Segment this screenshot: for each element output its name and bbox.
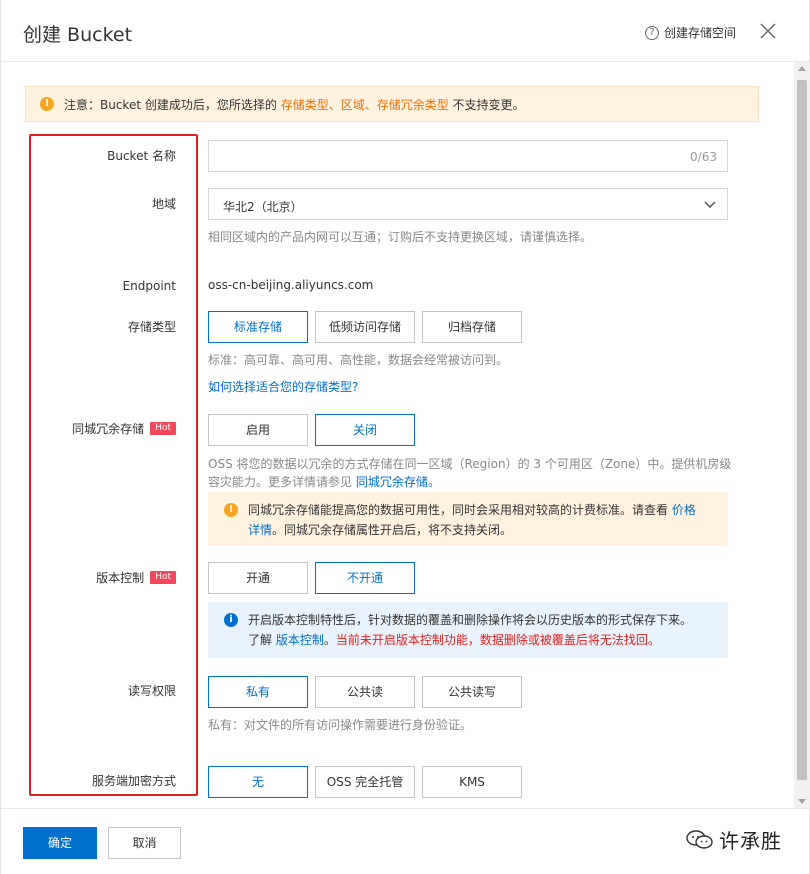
notice-text: 注意：Bucket 创建成功后，您所选择的 存储类型、区域、存储冗余类型 不支持… <box>64 97 525 112</box>
region-hint: 相同区域内的产品内网可以互通；订购后不支持更换区域，请谨慎选择。 <box>208 230 593 244</box>
zrs-alert: ! 同城冗余存储能提高您的数据可用性，同时会采用相对较高的计费标准。请查看 价格… <box>208 492 728 546</box>
scroll-thumb[interactable] <box>797 80 807 780</box>
versioning-doc-link[interactable]: 版本控制 <box>276 633 324 647</box>
help-circle-icon: ? <box>645 25 659 40</box>
versioning-label: 版本控制 Hot <box>41 568 176 586</box>
notice-banner: ! 注意：Bucket 创建成功后，您所选择的 存储类型、区域、存储冗余类型 不… <box>25 86 759 122</box>
bucket-name-input[interactable]: 0/63 <box>208 140 728 172</box>
zrs-enable-button[interactable]: 启用 <box>208 414 308 446</box>
price-detail-link[interactable]: 详情 <box>248 523 272 537</box>
storage-class-hint: 标准：高可靠、高可用、高性能，数据会经常被访问到。 <box>208 353 509 367</box>
scrollbar[interactable] <box>794 62 810 808</box>
encryption-oss-button[interactable]: OSS 完全托管 <box>315 766 415 798</box>
versioning-off-button[interactable]: 不开通 <box>315 562 415 594</box>
encryption-label: 服务端加密方式 <box>91 773 176 788</box>
bucket-name-counter: 0/63 <box>690 150 717 164</box>
region-value: 华北2（北京） <box>223 200 303 214</box>
watermark: 许承胜 <box>685 825 782 854</box>
watermark-text: 许承胜 <box>719 829 782 853</box>
acl-public-read-button[interactable]: 公共读 <box>315 676 415 708</box>
help-label: 创建存储空间 <box>664 26 737 40</box>
create-bucket-dialog: 创建 Bucket ? 创建存储空间 ! 注意：Bucket 创建成功后，您所选… <box>0 0 810 874</box>
acl-label: 读写权限 <box>127 683 176 698</box>
endpoint-value: oss-cn-beijing.aliyuncs.com <box>208 278 374 292</box>
wechat-icon <box>686 829 713 849</box>
zrs-hint: OSS 将您的数据以冗余的方式存储在同一区域（Region）的 3 个可用区（Z… <box>208 457 732 489</box>
region-label: 地域 <box>151 196 176 211</box>
acl-hint: 私有：对文件的所有访问操作需要进行身份验证。 <box>208 718 473 732</box>
scroll-up-icon[interactable] <box>798 66 806 71</box>
confirm-button[interactable]: 确定 <box>23 827 97 859</box>
bucket-name-label: Bucket 名称 <box>107 148 176 163</box>
close-icon[interactable] <box>759 22 777 40</box>
hot-badge: Hot <box>150 421 176 435</box>
storage-class-archive-button[interactable]: 归档存储 <box>422 311 522 343</box>
zrs-disable-button[interactable]: 关闭 <box>315 414 415 446</box>
encryption-kms-button[interactable]: KMS <box>422 766 522 798</box>
chevron-down-icon <box>704 201 716 209</box>
dialog-footer: 确定 取消 许承胜 <box>1 808 809 874</box>
hot-badge: Hot <box>150 570 176 584</box>
acl-private-button[interactable]: 私有 <box>208 676 308 708</box>
dialog-title: 创建 Bucket <box>23 24 133 46</box>
zrs-label: 同城冗余存储 Hot <box>41 419 176 437</box>
scroll-down-icon[interactable] <box>798 799 806 804</box>
zrs-doc-link[interactable]: 同城冗余存储。 <box>356 475 440 489</box>
warning-icon: ! <box>40 97 54 111</box>
info-icon: i <box>224 613 238 627</box>
storage-class-label: 存储类型 <box>127 319 176 334</box>
storage-class-ia-button[interactable]: 低频访问存储 <box>315 311 415 343</box>
versioning-on-button[interactable]: 开通 <box>208 562 308 594</box>
acl-public-read-write-button[interactable]: 公共读写 <box>422 676 522 708</box>
cancel-button[interactable]: 取消 <box>108 827 181 859</box>
endpoint-label: Endpoint <box>122 279 176 293</box>
price-link[interactable]: 价格 <box>672 503 696 517</box>
storage-class-help-link[interactable]: 如何选择适合您的存储类型? <box>208 378 358 396</box>
region-select[interactable]: 华北2（北京） <box>208 188 728 220</box>
versioning-alert: i 开启版本控制特性后，针对数据的覆盖和删除操作将会以历史版本的形式保存下来。 … <box>208 602 728 658</box>
warning-icon: ! <box>224 503 238 517</box>
dialog-header: 创建 Bucket ? 创建存储空间 <box>1 0 809 62</box>
dialog-body: ! 注意：Bucket 创建成功后，您所选择的 存储类型、区域、存储冗余类型 不… <box>1 62 795 808</box>
help-link[interactable]: ? 创建存储空间 <box>645 24 736 41</box>
encryption-none-button[interactable]: 无 <box>208 766 308 798</box>
storage-class-standard-button[interactable]: 标准存储 <box>208 311 308 343</box>
